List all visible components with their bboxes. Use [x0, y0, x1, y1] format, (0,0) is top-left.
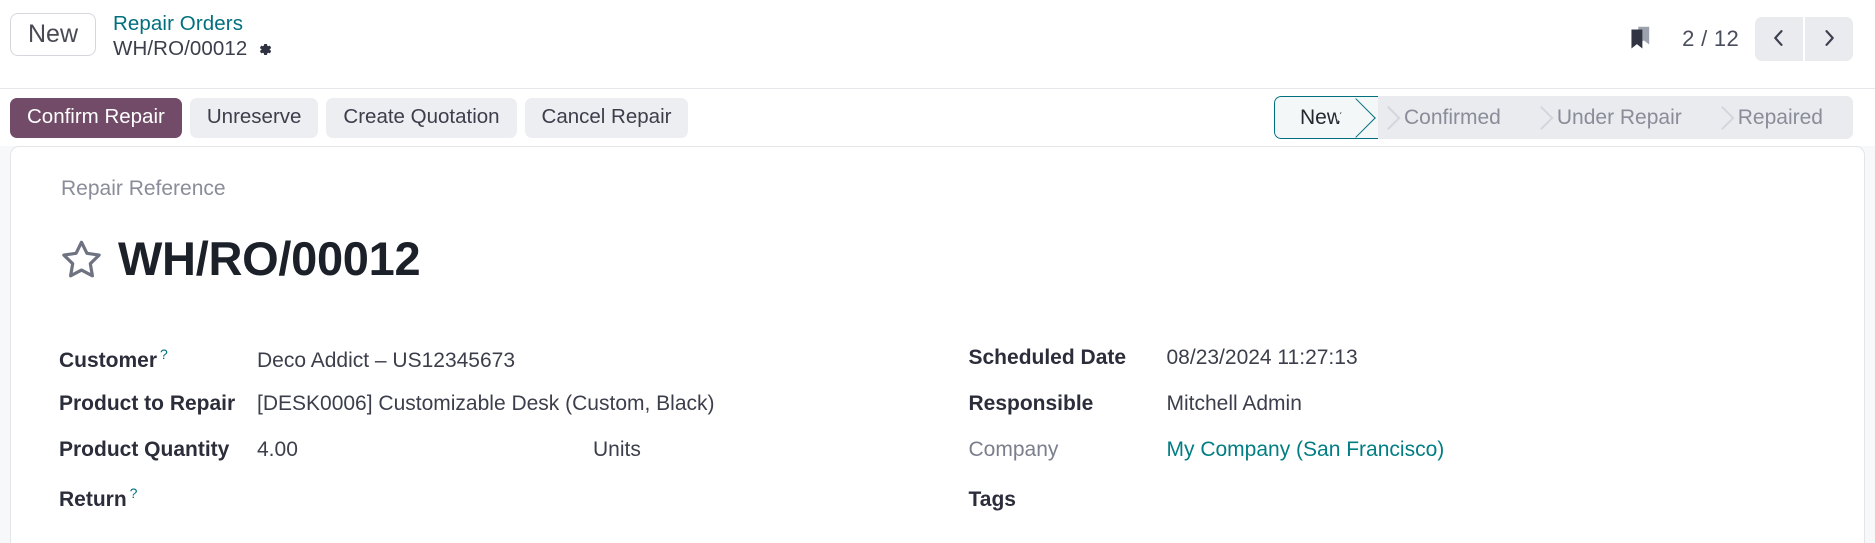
tags-label: Tags — [968, 488, 1016, 512]
status-pipeline: New Confirmed Under Repair Repaired — [1273, 96, 1853, 139]
return-label-text: Return — [59, 488, 127, 512]
control-panel: New Repair Orders WH/RO/00012 2 / 12 — [0, 0, 1875, 89]
pager-counter[interactable]: 2 / 12 — [1682, 26, 1739, 52]
create-quotation-button[interactable]: Create Quotation — [326, 97, 517, 138]
field-row-product-quantity: Product Quantity 4.00 Units — [59, 432, 907, 478]
form-sheet-background: Repair Reference WH/RO/00012 Customer? D… — [0, 146, 1875, 543]
return-value[interactable] — [257, 484, 907, 506]
unreserve-button[interactable]: Unreserve — [189, 97, 319, 138]
scheduled-date-label: Scheduled Date — [968, 346, 1127, 370]
field-row-return: Return? — [59, 478, 907, 524]
field-row-customer: Customer? Deco Addict – US12345673 — [59, 340, 907, 386]
customer-label: Customer? — [59, 346, 257, 373]
status-stage-confirmed[interactable]: Confirmed — [1377, 96, 1531, 139]
control-panel-left: New Repair Orders WH/RO/00012 — [10, 12, 273, 61]
form-field-grid: Customer? Deco Addict – US12345673 Produ… — [59, 340, 1816, 524]
customer-label-text: Customer — [59, 349, 158, 373]
product-quantity-value[interactable]: 4.00 — [257, 438, 593, 462]
return-label: Return? — [59, 485, 257, 512]
action-button-group: Confirm Repair Unreserve Create Quotatio… — [10, 97, 689, 138]
status-stage-new[interactable]: New — [1273, 96, 1378, 139]
field-row-tags: Tags — [969, 478, 1817, 524]
field-row-scheduled-date: Scheduled Date 08/23/2024 11:27:13 — [969, 340, 1817, 386]
chevron-right-icon — [1819, 28, 1839, 51]
breadcrumb-current-record: WH/RO/00012 — [113, 36, 248, 60]
form-sheet: Repair Reference WH/RO/00012 Customer? D… — [10, 146, 1865, 543]
product-quantity-wrap: 4.00 Units — [257, 438, 907, 462]
scheduled-date-value[interactable]: 08/23/2024 11:27:13 — [1167, 346, 1817, 370]
field-row-responsible: Responsible Mitchell Admin — [969, 386, 1817, 432]
product-to-repair-value[interactable]: [DESK0006] Customizable Desk (Custom, Bl… — [257, 392, 907, 416]
pager-previous-button[interactable] — [1755, 17, 1803, 61]
product-to-repair-label: Product to Repair — [59, 392, 236, 416]
breadcrumb: Repair Orders WH/RO/00012 — [113, 12, 273, 61]
status-stage-repaired[interactable]: Repaired — [1711, 96, 1853, 139]
responsible-label: Responsible — [968, 392, 1094, 416]
customer-help-icon[interactable]: ? — [160, 346, 168, 362]
breadcrumb-parent-repair-orders[interactable]: Repair Orders — [113, 12, 273, 36]
statusbar-row: Confirm Repair Unreserve Create Quotatio… — [0, 89, 1875, 146]
status-stage-under-repair[interactable]: Under Repair — [1530, 96, 1712, 139]
return-help-icon[interactable]: ? — [130, 485, 138, 501]
company-label: Company — [968, 438, 1059, 462]
tags-value[interactable] — [1167, 484, 1817, 506]
form-column-right: Scheduled Date 08/23/2024 11:27:13 Respo… — [969, 340, 1817, 524]
pager-next-button[interactable] — [1805, 17, 1853, 61]
new-button[interactable]: New — [10, 13, 97, 56]
company-value[interactable]: My Company (San Francisco) — [1167, 438, 1817, 462]
bookmarks-icon[interactable] — [1624, 22, 1658, 56]
responsible-value[interactable]: Mitchell Admin — [1167, 392, 1817, 416]
control-panel-right: 2 / 12 — [1624, 13, 1853, 61]
star-outline-icon[interactable] — [59, 237, 104, 282]
repair-reference-label: Repair Reference — [61, 177, 226, 200]
gear-icon[interactable] — [256, 41, 273, 58]
form-column-left: Customer? Deco Addict – US12345673 Produ… — [59, 340, 907, 524]
product-quantity-uom[interactable]: Units — [593, 438, 641, 462]
cancel-repair-button[interactable]: Cancel Repair — [524, 97, 689, 138]
breadcrumb-current-row: WH/RO/00012 — [113, 36, 273, 61]
record-title-row: WH/RO/00012 — [59, 203, 1816, 315]
confirm-repair-button[interactable]: Confirm Repair — [10, 97, 182, 138]
chevron-left-icon — [1769, 28, 1789, 51]
customer-value[interactable]: Deco Addict – US12345673 — [257, 349, 907, 373]
page-title: WH/RO/00012 — [118, 232, 421, 286]
field-row-product-to-repair: Product to Repair [DESK0006] Customizabl… — [59, 386, 907, 432]
field-row-company: Company My Company (San Francisco) — [969, 432, 1817, 478]
product-quantity-label: Product Quantity — [59, 438, 230, 462]
